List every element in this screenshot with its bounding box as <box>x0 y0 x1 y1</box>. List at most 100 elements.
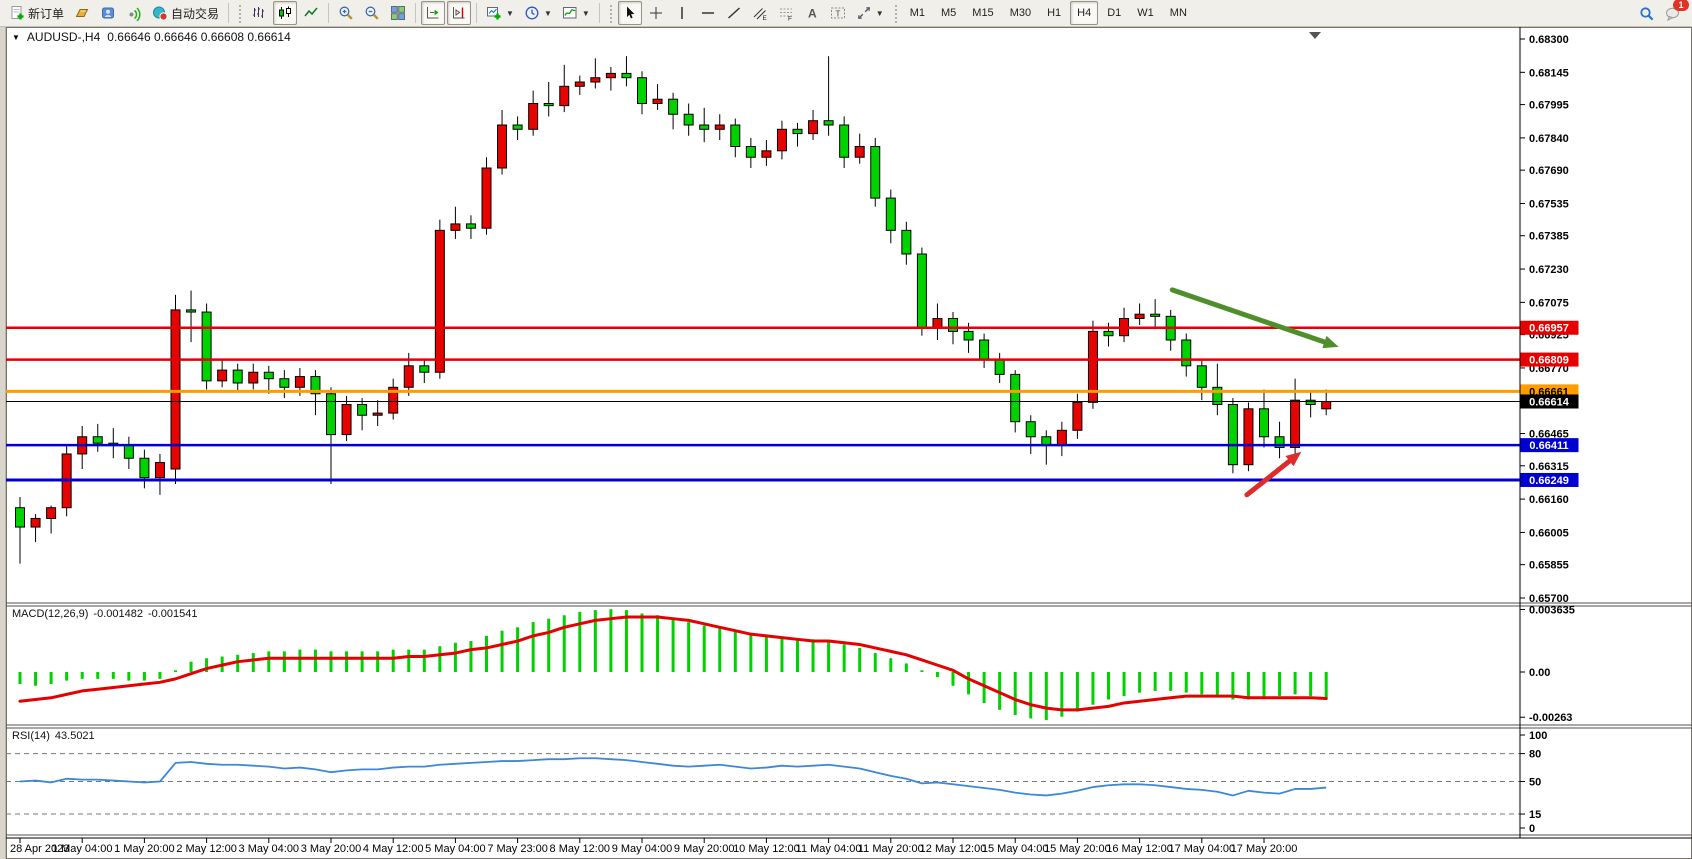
market-watch-icon <box>100 5 116 21</box>
chart-shift-icon <box>451 5 467 21</box>
new-chart-button[interactable]: ▼ <box>482 1 518 25</box>
svg-text:0.66249: 0.66249 <box>1529 475 1569 487</box>
candle <box>171 295 180 484</box>
timeframe-m1-button[interactable]: M1 <box>903 1 932 25</box>
periods-icon <box>524 5 540 21</box>
chart-shift-button[interactable] <box>447 1 471 25</box>
price-line-badge: 0.66249 <box>1521 473 1579 487</box>
macd-label: MACD(12,26,9) -0.001482 -0.001541 <box>12 608 198 620</box>
toolbar-grip[interactable] <box>237 3 242 23</box>
chevron-down-icon[interactable]: ▼ <box>876 9 884 18</box>
chevron-down-icon[interactable]: ▼ <box>544 9 552 18</box>
zoom-out-button[interactable] <box>360 1 384 25</box>
horizontal-line-icon <box>700 5 716 21</box>
new-order-button[interactable]: 新订单 <box>5 1 68 25</box>
fibonacci-button[interactable]: F <box>774 1 798 25</box>
trendline-button[interactable] <box>722 1 746 25</box>
tile-windows-button[interactable] <box>386 1 410 25</box>
zoom-in-icon <box>338 5 354 21</box>
time-tick-label: 5 May 04:00 <box>425 843 486 855</box>
price-tick-label: 0.67535 <box>1529 198 1569 210</box>
zoom-in-button[interactable] <box>334 1 358 25</box>
time-tick-label: 11 May 20:00 <box>858 843 924 855</box>
time-tick-label: 9 May 04:00 <box>612 843 673 855</box>
time-tick-label: 4 May 12:00 <box>363 843 424 855</box>
text-label-button[interactable]: T <box>826 1 850 25</box>
time-tick-label: 3 May 04:00 <box>239 843 300 855</box>
price-tick-label: 0.67995 <box>1529 100 1569 112</box>
svg-text:0.66411: 0.66411 <box>1529 440 1568 452</box>
toolbar-separator <box>328 3 329 23</box>
horizontal-line-button[interactable] <box>696 1 720 25</box>
chart-window[interactable]: ▼ AUDUSD-,H4 0.66646 0.66646 0.66608 0.6… <box>6 27 1692 859</box>
toolbar-separator <box>599 3 600 23</box>
auto-scroll-button[interactable] <box>421 1 445 25</box>
toolbar-separator <box>476 3 477 23</box>
zoom-out-icon <box>364 5 380 21</box>
crosshair-button[interactable] <box>644 1 668 25</box>
time-tick-label: 11 May 04:00 <box>796 843 862 855</box>
indicators-button[interactable]: ▼ <box>558 1 594 25</box>
price-tick-label: 0.65855 <box>1529 560 1569 572</box>
title-collapse-icon[interactable]: ▼ <box>12 33 20 42</box>
metaeditor-button[interactable] <box>70 1 94 25</box>
bars-chart-button[interactable] <box>247 1 271 25</box>
line-chart-button[interactable] <box>299 1 323 25</box>
autotrading-icon <box>152 5 168 21</box>
line-chart-icon <box>303 5 319 21</box>
toolbar-grip[interactable] <box>893 3 898 23</box>
signals-button[interactable] <box>122 1 146 25</box>
price-line-badge: 0.66411 <box>1521 438 1579 452</box>
macd-value-main: -0.001482 <box>93 608 143 620</box>
rsi-tick-label: 15 <box>1529 809 1541 821</box>
auto-scroll-icon <box>425 5 441 21</box>
chat-button[interactable]: 1 <box>1661 2 1685 26</box>
svg-text:0.66614: 0.66614 <box>1529 396 1570 408</box>
indicators-icon <box>562 5 578 21</box>
price-tick-label: 0.67385 <box>1529 231 1569 243</box>
vertical-line-button[interactable] <box>670 1 694 25</box>
search-button[interactable] <box>1635 2 1659 26</box>
timeframe-w1-button[interactable]: W1 <box>1130 1 1161 25</box>
timeframe-mn-button[interactable]: MN <box>1163 1 1194 25</box>
channel-button[interactable]: E <box>748 1 772 25</box>
notification-badge: 1 <box>1673 0 1689 11</box>
time-tick-label: 8 May 12:00 <box>550 843 611 855</box>
timeframe-h1-button[interactable]: H1 <box>1040 1 1068 25</box>
chevron-down-icon[interactable]: ▼ <box>506 9 514 18</box>
price-line-badge: 0.66809 <box>1521 353 1579 367</box>
new-chart-icon <box>486 5 502 21</box>
trendline-icon <box>726 5 742 21</box>
periods-button[interactable]: ▼ <box>520 1 556 25</box>
toolbar-separator <box>415 3 416 23</box>
candle <box>1088 321 1097 409</box>
timeframe-m30-button[interactable]: M30 <box>1003 1 1038 25</box>
tile-windows-icon <box>390 5 406 21</box>
chart-canvas[interactable]: 0.683000.681450.679950.678400.676900.675… <box>6 27 1692 859</box>
text-icon: A <box>804 5 820 21</box>
toolbar-grip[interactable] <box>608 3 613 23</box>
cursor-button[interactable] <box>618 1 642 25</box>
timeframe-m5-button[interactable]: M5 <box>934 1 963 25</box>
arrows-button[interactable]: ▼ <box>852 1 888 25</box>
text-button[interactable]: A <box>800 1 824 25</box>
chevron-down-icon[interactable]: ▼ <box>582 9 590 18</box>
timeframe-m15-button[interactable]: M15 <box>965 1 1000 25</box>
search-icon <box>1639 6 1655 22</box>
market-watch-button[interactable] <box>96 1 120 25</box>
price-tick-label: 0.67690 <box>1529 165 1569 177</box>
cursor-icon <box>622 5 638 21</box>
price-tick-label: 0.66315 <box>1529 461 1569 473</box>
time-tick-label: 1 May 04:00 <box>52 843 113 855</box>
time-tick-label: 12 May 12:00 <box>920 843 987 855</box>
timeframe-h4-button[interactable]: H4 <box>1070 1 1098 25</box>
bars-chart-icon <box>251 5 267 21</box>
mt4-terminal: { "toolbar": { "groups": [ {"grip": fals… <box>0 0 1692 859</box>
candles-chart-button[interactable] <box>273 1 297 25</box>
candle <box>1244 402 1253 471</box>
autotrading-button[interactable]: 自动交易 <box>148 1 223 25</box>
candle <box>917 248 926 336</box>
timeframe-d1-button[interactable]: D1 <box>1100 1 1128 25</box>
time-tick-label: 17 May 20:00 <box>1231 843 1298 855</box>
text-label-icon: T <box>830 5 846 21</box>
